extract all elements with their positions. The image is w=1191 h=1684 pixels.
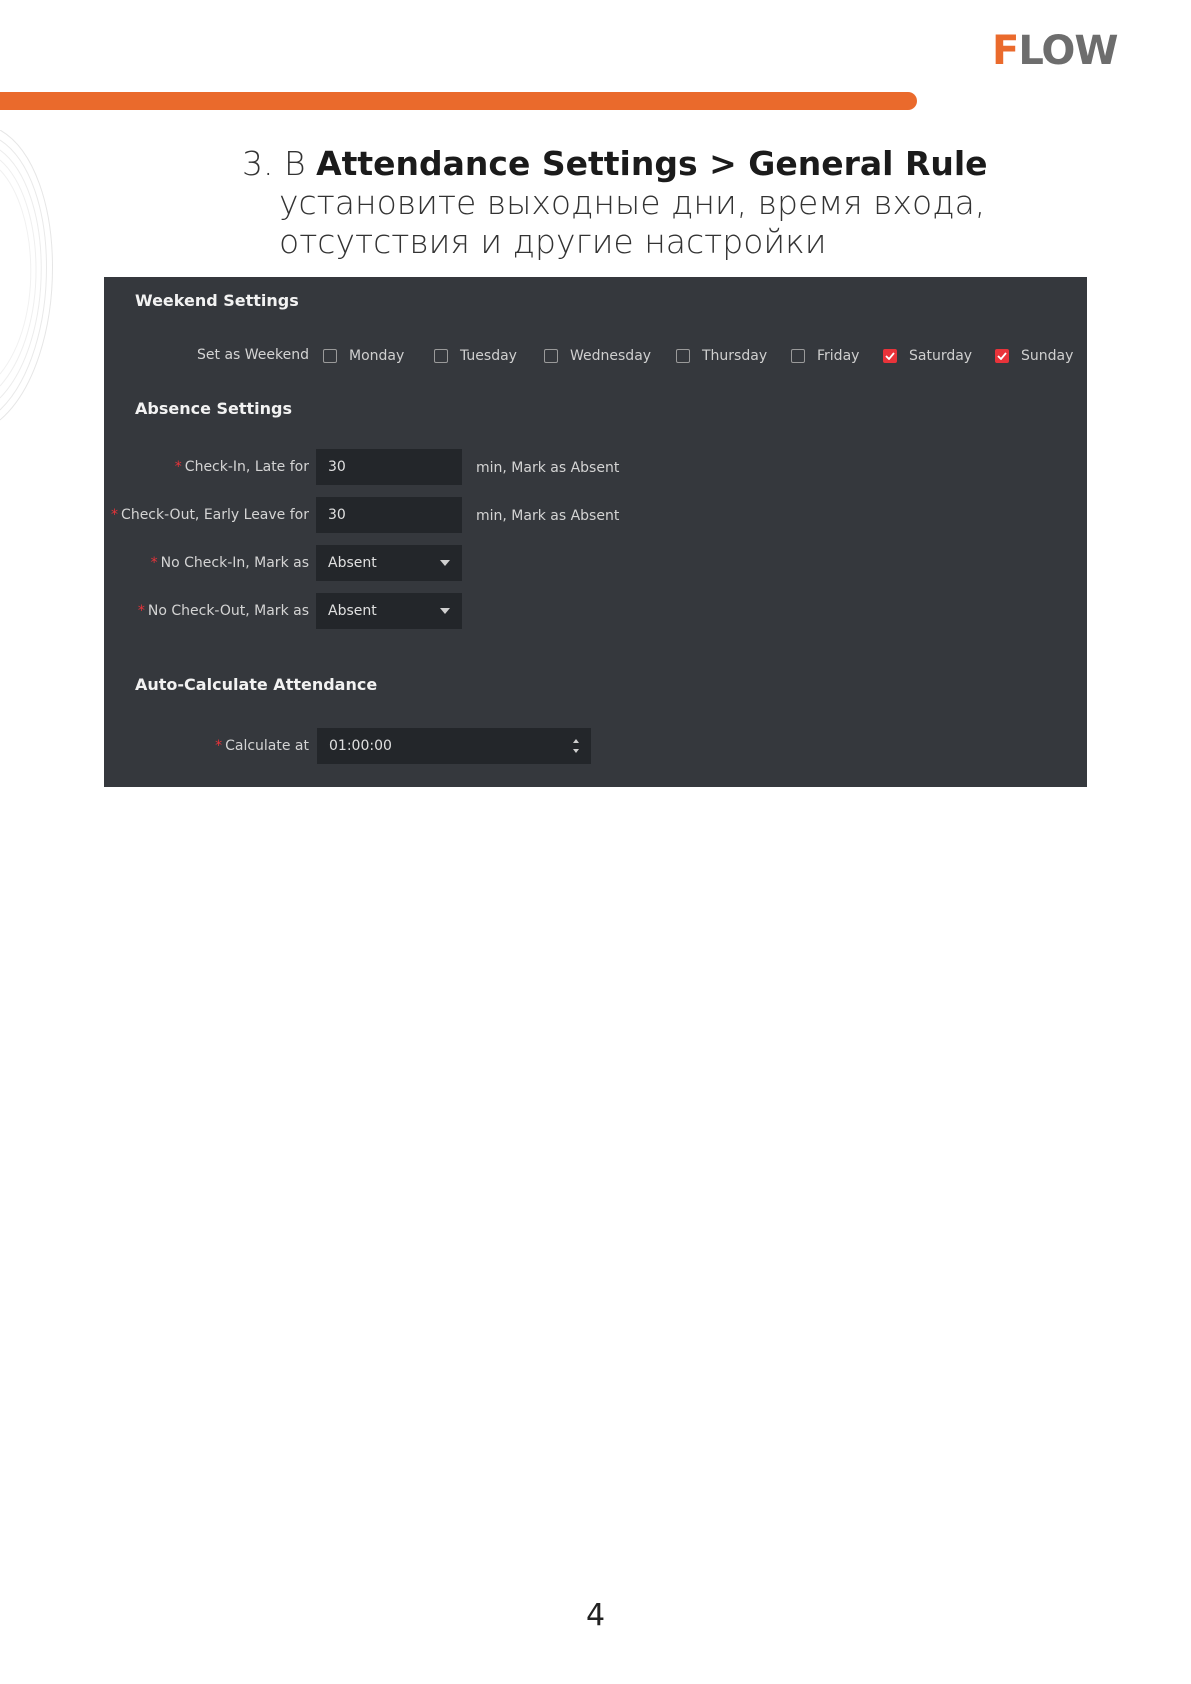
no-checkout-select[interactable]: Absent <box>316 593 462 629</box>
no-checkout-label: * No Check-Out, Mark as <box>138 603 309 619</box>
general-rule-panel: Weekend Settings Set as Weekend Monday T… <box>104 277 1087 787</box>
chevron-down-icon[interactable] <box>440 560 450 566</box>
checkbox-icon[interactable] <box>883 349 897 363</box>
day-label: Sunday <box>1021 348 1074 364</box>
auto-calculate-title: Auto-Calculate Attendance <box>135 675 378 694</box>
checkout-early-suffix: min, Mark as Absent <box>476 508 620 524</box>
checkin-late-label: * Check-In, Late for <box>175 459 309 475</box>
instruction-line-2: установите выходные дни, время входа, <box>279 183 986 222</box>
checkbox-icon[interactable] <box>995 349 1009 363</box>
required-mark: * <box>137 603 145 619</box>
weekend-checkbox-saturday[interactable]: Saturday <box>883 347 972 365</box>
page-number: 4 <box>585 1598 606 1633</box>
weekend-checkbox-monday[interactable]: Monday <box>323 347 404 365</box>
calculate-at-label: * Calculate at <box>215 738 309 754</box>
select-value: Absent <box>328 555 377 571</box>
weekend-checkbox-tuesday[interactable]: Tuesday <box>434 347 517 365</box>
required-mark: * <box>215 738 223 754</box>
no-checkin-select[interactable]: Absent <box>316 545 462 581</box>
header-accent-bar <box>0 92 917 110</box>
day-label: Monday <box>349 348 405 364</box>
day-label: Saturday <box>909 348 973 364</box>
spinner-arrows-icon[interactable] <box>571 734 581 758</box>
day-label: Friday <box>817 348 860 364</box>
logo-letter-f: F <box>992 28 1019 74</box>
step-number: 3. В <box>242 144 317 183</box>
required-mark: * <box>111 507 119 523</box>
weekend-checkbox-thursday[interactable]: Thursday <box>676 347 767 365</box>
checkin-late-suffix: min, Mark as Absent <box>476 460 620 476</box>
required-mark: * <box>150 555 158 571</box>
weekend-checkbox-friday[interactable]: Friday <box>791 347 859 365</box>
label-text: Calculate at <box>225 738 309 754</box>
checkout-early-input[interactable]: 30 <box>316 497 462 533</box>
no-checkin-label: * No Check-In, Mark as <box>151 555 309 571</box>
checkbox-icon[interactable] <box>323 349 337 363</box>
weekend-checkbox-sunday[interactable]: Sunday <box>995 347 1073 365</box>
checkout-early-label: * Check-Out, Early Leave for <box>111 507 309 523</box>
weekend-checkbox-wednesday[interactable]: Wednesday <box>544 347 651 365</box>
set-as-weekend-label: Set as Weekend <box>197 347 309 363</box>
calculate-at-time-input[interactable]: 01:00:00 <box>317 728 591 764</box>
time-value: 01:00:00 <box>329 738 392 754</box>
checkbox-icon[interactable] <box>791 349 805 363</box>
instruction-line-3: отсутствия и другие настройки <box>279 222 827 261</box>
label-text: No Check-In, Mark as <box>160 555 309 571</box>
weekend-settings-title: Weekend Settings <box>135 291 299 310</box>
label-text: Check-Out, Early Leave for <box>121 507 309 523</box>
day-label: Thursday <box>702 348 768 364</box>
absence-settings-title: Absence Settings <box>135 399 293 418</box>
decorative-swoosh <box>0 130 53 421</box>
required-mark: * <box>174 459 182 475</box>
select-value: Absent <box>328 603 377 619</box>
checkin-late-input[interactable]: 30 <box>316 449 462 485</box>
day-label: Tuesday <box>460 348 517 364</box>
checkbox-icon[interactable] <box>434 349 448 363</box>
label-text: Check-In, Late for <box>184 459 309 475</box>
menu-path: Attendance Settings > General Rule <box>316 144 988 183</box>
instruction-text: 3. В Attendance Settings > General Rule … <box>242 144 1002 261</box>
instruction-line-1: 3. В Attendance Settings > General Rule <box>242 144 1002 183</box>
chevron-down-icon[interactable] <box>440 608 450 614</box>
label-text: No Check-Out, Mark as <box>147 603 309 619</box>
checkbox-icon[interactable] <box>544 349 558 363</box>
checkbox-icon[interactable] <box>676 349 690 363</box>
day-label: Wednesday <box>570 348 652 364</box>
logo-letters-low: LOW <box>1018 28 1118 74</box>
flow-logo: F LOW <box>992 28 1119 74</box>
